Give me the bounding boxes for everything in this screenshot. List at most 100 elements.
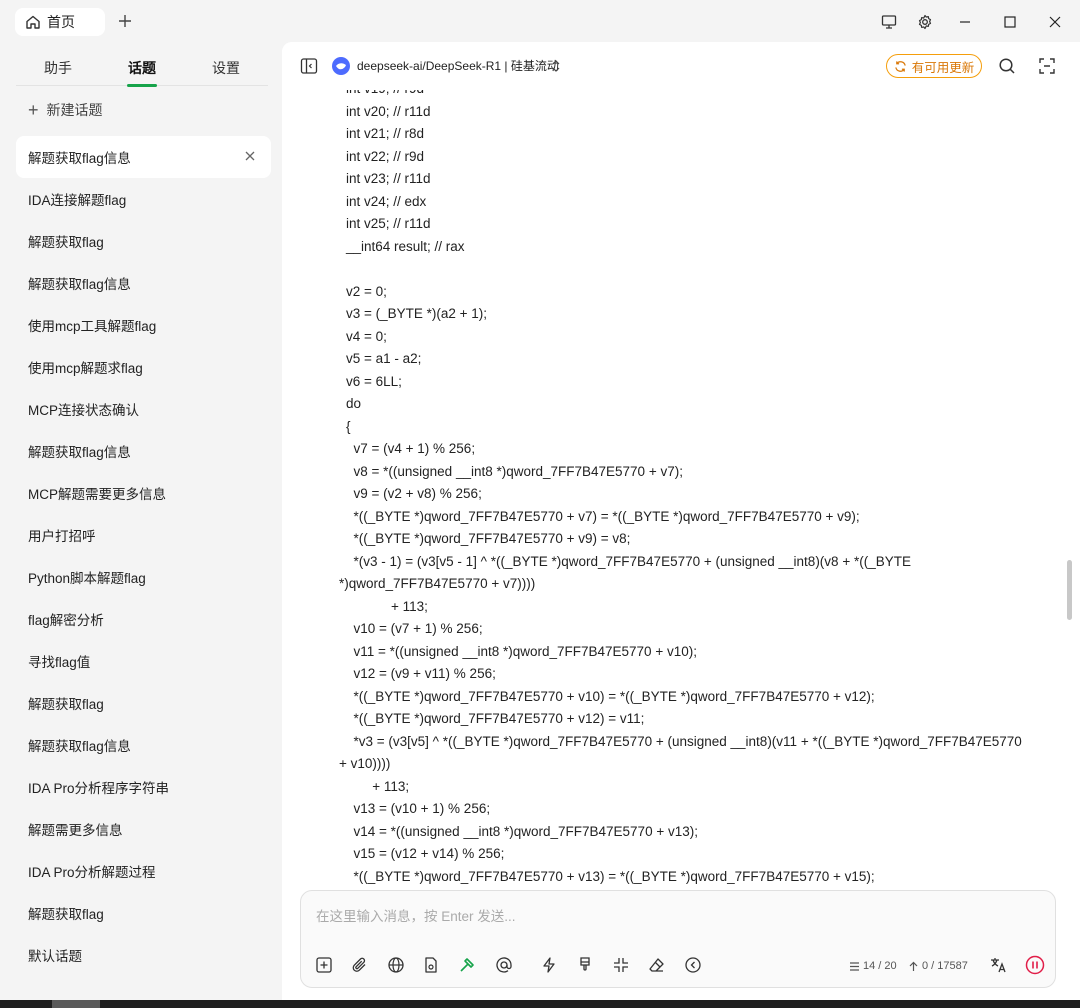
code-line: { <box>346 418 351 434</box>
code-line: *((_BYTE *)qword_7FF7B47E5770 + v13) = *… <box>346 868 875 884</box>
topic-item[interactable]: IDA Pro分析程序字符串 <box>16 766 271 808</box>
code-line: v3 = (_BYTE *)(a2 + 1); <box>346 306 488 321</box>
close-window-button[interactable] <box>1043 10 1067 34</box>
mcp-tools-button[interactable] <box>457 955 477 975</box>
tab-topics[interactable]: 话题 <box>100 50 184 87</box>
expand-icon[interactable] <box>1038 57 1056 75</box>
home-tab[interactable]: 首页 <box>15 8 105 36</box>
topic-item[interactable]: 使用mcp解题求flag <box>16 346 271 388</box>
code-line: *((_BYTE *)qword_7FF7B47E5770 + v10) = *… <box>346 688 875 704</box>
topic-item[interactable]: 解题获取flag信息 <box>16 262 271 304</box>
code-line: + v10)))) <box>339 756 391 771</box>
topic-item[interactable]: Python脚本解题flag <box>16 556 271 598</box>
new-topic-label: 新建话题 <box>46 102 103 118</box>
topic-label: IDA Pro分析解题过程 <box>28 865 156 880</box>
attach-tool[interactable] <box>350 955 370 975</box>
search-icon[interactable] <box>998 57 1016 75</box>
code-line: v13 = (v10 + 1) % 256; <box>346 801 491 816</box>
token-count: 0 / 17587 <box>908 958 968 974</box>
topic-item[interactable]: 用户打招呼 <box>16 514 271 556</box>
message-content: int v19; // r9dint v20; // r11dint v21; … <box>282 78 1080 890</box>
clear-context-tool[interactable] <box>575 955 595 975</box>
topic-item[interactable]: 解题获取flag信息 <box>16 430 271 472</box>
settings-button[interactable] <box>913 10 937 34</box>
code-line: __int64 result; // rax <box>346 238 465 254</box>
topic-item[interactable]: 解题获取flag信息 <box>16 724 271 766</box>
scrollbar-thumb[interactable] <box>1067 560 1072 620</box>
chat-header: deepseek-ai/DeepSeek-R1 | 硅基流动 有可用更新 <box>282 42 1080 90</box>
sidebar: 助手 话题 设置 + 新建话题 解题获取flag信息 IDA连接解题flag 解题获… <box>0 42 282 1008</box>
plus-icon <box>119 15 131 27</box>
tab-settings[interactable]: 设置 <box>184 50 268 86</box>
add-square-icon <box>316 957 332 973</box>
topic-item[interactable]: 使用mcp工具解题flag <box>16 304 271 346</box>
code-line: v10 = (v7 + 1) % 256; <box>346 621 483 636</box>
topic-label: MCP连接状态确认 <box>28 403 139 418</box>
quick-phrase-tool[interactable] <box>539 955 559 975</box>
code-line: int v22; // r9d <box>346 148 425 164</box>
topic-label: Python脚本解题flag <box>28 571 146 586</box>
new-topic-button[interactable]: + 新建话题 <box>28 98 103 122</box>
context-count: 14 / 20 <box>849 958 897 974</box>
translate-tool[interactable] <box>988 955 1008 975</box>
monitor-icon <box>881 15 897 29</box>
minimize-button[interactable] <box>953 10 977 34</box>
code-line: v6 = 6LL; <box>346 373 402 389</box>
eraser-tool[interactable] <box>647 955 667 975</box>
eraser-icon <box>649 958 664 972</box>
close-icon[interactable] <box>243 149 257 163</box>
maximize-button[interactable] <box>998 10 1022 34</box>
topic-label: IDA连接解题flag <box>28 193 127 208</box>
monitor-button[interactable] <box>877 10 901 34</box>
close-icon <box>1049 16 1061 28</box>
code-line: v15 = (v12 + v14) % 256; <box>346 846 505 861</box>
topic-item[interactable]: flag解密分析 <box>16 598 271 640</box>
model-selector[interactable]: deepseek-ai/DeepSeek-R1 | 硅基流动 <box>357 57 559 75</box>
mention-tool[interactable] <box>494 955 514 975</box>
code-line: *(v3 - 1) = (v3[v5 - 1] ^ *((_BYTE *)qwo… <box>346 553 911 569</box>
new-topic-tool[interactable] <box>314 955 334 975</box>
minimize-icon <box>960 21 970 23</box>
topic-label: 使用mcp工具解题flag <box>28 319 157 334</box>
message-input-box[interactable]: 在这里输入消息，按 Enter 发送... 14 / 20 0 / 17587 <box>300 890 1056 988</box>
sidebar-toggle-icon[interactable] <box>300 57 318 75</box>
web-search-tool[interactable] <box>386 955 406 975</box>
message-input-placeholder: 在这里输入消息，按 Enter 发送... <box>316 909 516 924</box>
topic-item[interactable]: 解题需更多信息 <box>16 808 271 850</box>
topic-item[interactable]: MCP解题需要更多信息 <box>16 472 271 514</box>
knowledge-tool[interactable] <box>421 955 441 975</box>
add-tab-button[interactable] <box>114 10 136 32</box>
back-tool[interactable] <box>683 955 703 975</box>
home-tab-label: 首页 <box>47 14 75 30</box>
topic-item[interactable]: MCP连接状态确认 <box>16 388 271 430</box>
topic-item[interactable]: 默认话题 <box>16 934 271 976</box>
topic-label: 解题获取flag <box>28 697 104 712</box>
topic-item[interactable]: IDA连接解题flag <box>16 178 271 220</box>
globe-icon <box>388 957 404 973</box>
update-available-button[interactable]: 有可用更新 <box>886 54 982 78</box>
code-line: v4 = 0; <box>346 328 387 344</box>
code-line: v11 = *((unsigned __int8 *)qword_7FF7B47… <box>346 643 697 659</box>
topic-label: 解题获取flag信息 <box>28 739 131 754</box>
topic-item[interactable]: 解题获取flag <box>16 892 271 934</box>
collapse-tool[interactable] <box>611 955 631 975</box>
topic-item[interactable]: 解题获取flag <box>16 220 271 262</box>
lightning-icon <box>543 957 555 973</box>
topic-label: flag解密分析 <box>28 613 104 628</box>
topic-label: 解题获取flag信息 <box>28 277 131 292</box>
topic-label: 解题获取flag <box>28 907 104 922</box>
chevron-updown-icon[interactable] <box>550 59 562 73</box>
topic-item[interactable]: IDA Pro分析解题过程 <box>16 850 271 892</box>
gear-icon <box>918 14 932 30</box>
deepseek-logo-icon <box>332 57 350 75</box>
tab-assistant[interactable]: 助手 <box>16 50 100 86</box>
code-line: int v23; // r11d <box>346 171 431 186</box>
topic-item[interactable]: 解题获取flag <box>16 682 271 724</box>
token-count-value: 0 / 17587 <box>922 960 968 972</box>
topic-list: 解题获取flag信息 IDA连接解题flag 解题获取flag 解题获取flag信息使… <box>16 136 271 976</box>
topic-item[interactable]: 解题获取flag信息 <box>16 136 271 178</box>
stop-generation-icon[interactable] <box>1024 954 1046 976</box>
topic-item[interactable]: 寻找flag值 <box>16 640 271 682</box>
topic-label: 使用mcp解题求flag <box>28 361 143 376</box>
code-line: *((_BYTE *)qword_7FF7B47E5770 + v7) = *(… <box>346 508 860 524</box>
